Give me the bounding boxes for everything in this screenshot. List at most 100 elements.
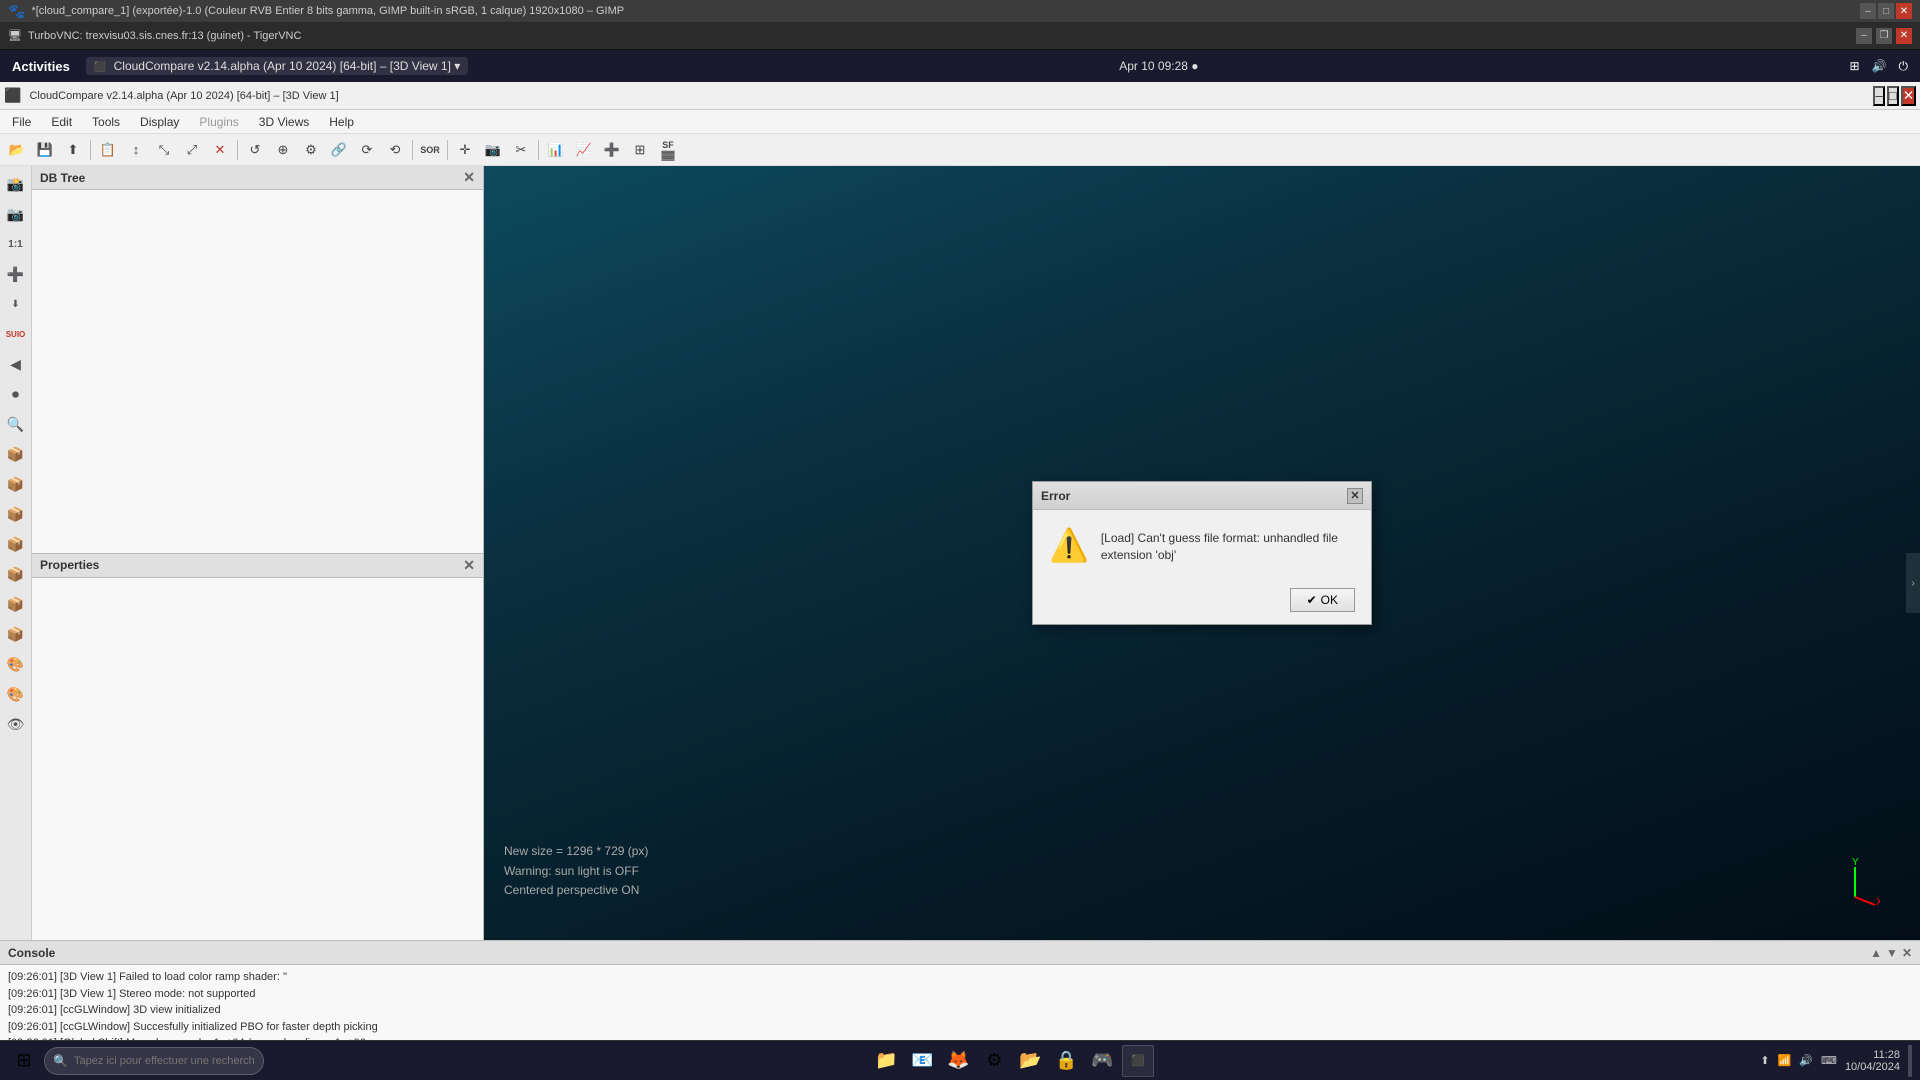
properties-close-button[interactable]: ✕ (463, 557, 475, 574)
tb-rotate-button[interactable]: ⤡ (151, 137, 177, 163)
tigervnc-close-button[interactable]: ✕ (1896, 28, 1912, 44)
db-tree-section: DB Tree ✕ (32, 166, 483, 554)
activities-button[interactable]: Activities (12, 59, 70, 74)
error-dialog-title-bar: Error ✕ (1033, 482, 1371, 510)
taskbar-email-icon[interactable]: 📧 (906, 1045, 938, 1077)
tb-save-button[interactable]: 💾 (32, 137, 58, 163)
tb-delete-button[interactable]: ✕ (207, 137, 233, 163)
taskbar-game-icon[interactable]: 🎮 (1086, 1045, 1118, 1077)
tb-separator-2 (237, 140, 238, 160)
sidebar-box5-icon[interactable]: 📦 (2, 560, 30, 588)
tb-scissors-button[interactable]: ✂ (508, 137, 534, 163)
tb-open-button[interactable]: 📂 (4, 137, 30, 163)
tb-settings-button[interactable]: ⚙ (298, 137, 324, 163)
tb-scale-button[interactable]: ⤢ (179, 137, 205, 163)
tb-cloud-button[interactable]: ⊕ (270, 137, 296, 163)
start-button[interactable]: ⊞ (8, 1045, 40, 1077)
taskbar-files-icon[interactable]: 📁 (870, 1045, 902, 1077)
taskbar-firefox-icon[interactable]: 🦊 (942, 1045, 974, 1077)
taskbar-settings-icon[interactable]: ⚙ (978, 1045, 1010, 1077)
gnome-datetime[interactable]: Apr 10 09:28 ● (1119, 59, 1198, 73)
sidebar-back-icon[interactable]: ◀ (2, 350, 30, 378)
3d-view[interactable]: New size = 1296 * 729 (px) Warning: sun … (484, 166, 1920, 940)
menu-help[interactable]: Help (321, 113, 362, 131)
taskbar: ⊞ 🔍 📁 📧 🦊 ⚙ 📂 🔒 🎮 ⬛ ⬆ 📶 🔊 ⌨ 11:28 10/04/… (0, 1040, 1920, 1080)
console-content: [09:26:01] [3D View 1] Failed to load co… (0, 965, 1920, 1040)
tb-sf-button[interactable]: SF▓▓ (655, 137, 681, 163)
tb-refresh-button[interactable]: ⟳ (354, 137, 380, 163)
taskbar-search-input[interactable] (74, 1055, 255, 1067)
cc-maximize-button[interactable]: □ (1887, 86, 1899, 106)
gnome-app-tab[interactable]: ⬛ CloudCompare v2.14.alpha (Apr 10 2024)… (86, 57, 468, 75)
taskbar-show-desktop[interactable] (1908, 1045, 1912, 1077)
menu-file[interactable]: File (4, 113, 39, 131)
taskbar-search-bar[interactable]: 🔍 (44, 1047, 264, 1075)
sidebar-box4-icon[interactable]: 📦 (2, 530, 30, 558)
menu-edit[interactable]: Edit (43, 113, 80, 131)
sidebar-box1-icon[interactable]: 📦 (2, 440, 30, 468)
menu-tools[interactable]: Tools (84, 113, 128, 131)
tb-move-button[interactable]: ↕ (123, 137, 149, 163)
error-dialog-ok-button[interactable]: ✔ OK (1290, 588, 1355, 612)
sidebar-dot-icon[interactable]: ⏺ (2, 380, 30, 408)
tigervnc-restore-button[interactable]: ❐ (1876, 28, 1892, 44)
tigervnc-minimize-button[interactable]: – (1856, 28, 1872, 44)
tb-sor-button[interactable]: SOR (417, 137, 443, 163)
tb-crosshair-button[interactable]: ✛ (452, 137, 478, 163)
network-icon: ⊞ (1849, 59, 1859, 73)
console-scroll-up[interactable]: ▲ (1870, 946, 1882, 960)
tb-connect-button[interactable]: 🔗 (326, 137, 352, 163)
db-tree-close-button[interactable]: ✕ (463, 169, 475, 186)
taskbar-folder-icon[interactable]: 📂 (1014, 1045, 1046, 1077)
taskbar-wifi-icon: 📶 (1778, 1054, 1792, 1067)
sidebar-eye-icon[interactable]: 👁 (2, 710, 30, 738)
tb-histogram-button[interactable]: 📊 (543, 137, 569, 163)
gimp-maximize-button[interactable]: □ (1878, 3, 1894, 19)
tb-add-button[interactable]: ➕ (599, 137, 625, 163)
sidebar-suio-icon[interactable]: SUIO (2, 320, 30, 348)
gimp-minimize-button[interactable]: – (1860, 3, 1876, 19)
sidebar-translate-icon[interactable]: ⬇ (2, 290, 30, 318)
menu-display[interactable]: Display (132, 113, 187, 131)
cc-minimize-button[interactable]: – (1873, 86, 1884, 106)
tb-profile-button[interactable]: 📈 (571, 137, 597, 163)
menu-plugins[interactable]: Plugins (191, 113, 246, 131)
sidebar-zoom-icon[interactable]: 🔍 (2, 410, 30, 438)
cc-title-bar: ⬛ CloudCompare v2.14.alpha (Apr 10 2024)… (0, 82, 1920, 110)
tb-separator-4 (447, 140, 448, 160)
sidebar-box2-icon[interactable]: 📦 (2, 470, 30, 498)
console-line-2: [09:26:01] [3D View 1] Stereo mode: not … (8, 986, 1912, 1003)
console-close[interactable]: ✕ (1902, 946, 1912, 960)
sidebar-add-icon[interactable]: ➕ (2, 260, 30, 288)
cc-app-icon: ⬛ (4, 87, 21, 104)
cc-close-button[interactable]: ✕ (1901, 86, 1916, 106)
sidebar-box7-icon[interactable]: 📦 (2, 620, 30, 648)
gimp-close-button[interactable]: ✕ (1896, 3, 1912, 19)
tb-upload-button[interactable]: ⬆ (60, 137, 86, 163)
tb-grid-button[interactable]: ⊞ (627, 137, 653, 163)
tigervnc-bar: 🖥 TurboVNC: trexvisu03.sis.cnes.fr:13 (g… (0, 22, 1920, 50)
sidebar-ratio-icon[interactable]: 1:1 (2, 230, 30, 258)
sidebar-box6-icon[interactable]: 📦 (2, 590, 30, 618)
taskbar-clock[interactable]: 11:28 10/04/2024 (1845, 1049, 1900, 1073)
sidebar-camera-icon[interactable]: 📷 (2, 200, 30, 228)
console-scroll-down[interactable]: ▼ (1886, 946, 1898, 960)
db-tree-content (32, 190, 483, 553)
tb-sample-button[interactable]: ↺ (242, 137, 268, 163)
error-dialog-close-button[interactable]: ✕ (1347, 488, 1363, 504)
taskbar-security-icon[interactable]: 🔒 (1050, 1045, 1082, 1077)
sidebar-palette1-icon[interactable]: 🎨 (2, 650, 30, 678)
taskbar-cc-app[interactable]: ⬛ (1122, 1045, 1154, 1077)
tb-clone-button[interactable]: 📋 (95, 137, 121, 163)
taskbar-volume-icon: 🔊 (1799, 1054, 1813, 1067)
sidebar-palette2-icon[interactable]: 🎨 (2, 680, 30, 708)
gnome-top-bar: Activities ⬛ CloudCompare v2.14.alpha (A… (0, 50, 1920, 82)
gnome-bar-right: ⊞ 🔊 ⏻ (1849, 59, 1908, 74)
menu-3dviews[interactable]: 3D Views (251, 113, 317, 131)
taskbar-keyboard-icon: ⌨ (1821, 1054, 1837, 1067)
tb-camera-button[interactable]: 📷 (480, 137, 506, 163)
sidebar-screenshot-icon[interactable]: 📸 (2, 170, 30, 198)
tb-undo-button[interactable]: ⟲ (382, 137, 408, 163)
properties-section: Properties ✕ (32, 554, 483, 941)
sidebar-box3-icon[interactable]: 📦 (2, 500, 30, 528)
